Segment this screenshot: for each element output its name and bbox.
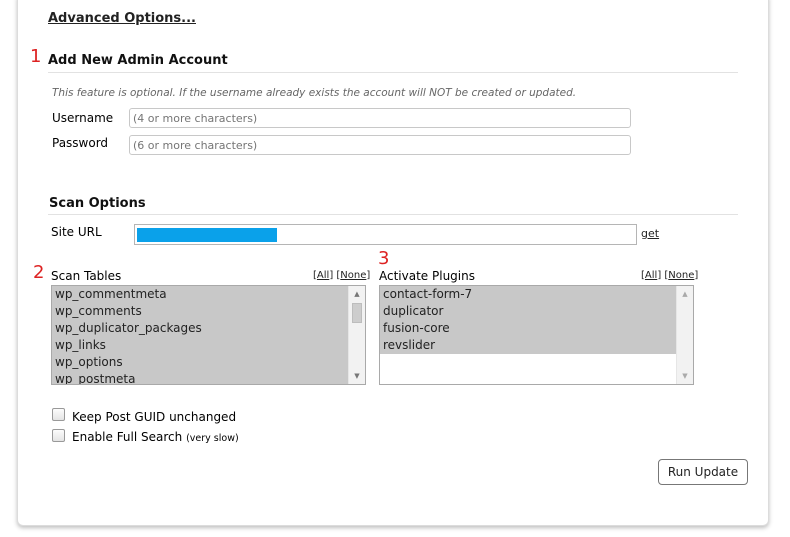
scroll-down-icon[interactable]: ▼ xyxy=(677,369,693,383)
scan-section-divider xyxy=(48,214,738,215)
activate-plugins-list: contact-form-7 duplicator fusion-core re… xyxy=(380,286,676,384)
scroll-thumb[interactable] xyxy=(352,303,362,323)
run-update-button[interactable]: Run Update xyxy=(658,459,748,485)
list-item[interactable]: wp_duplicator_packages xyxy=(52,320,348,337)
full-search-label: Enable Full Search (very slow) xyxy=(72,430,239,444)
full-search-checkbox[interactable] xyxy=(52,429,65,442)
username-label: Username xyxy=(52,111,114,125)
list-item[interactable]: revslider xyxy=(380,337,676,354)
scroll-down-icon[interactable]: ▼ xyxy=(349,369,365,383)
username-input[interactable] xyxy=(129,108,631,128)
full-search-label-text: Enable Full Search xyxy=(72,430,183,444)
site-url-label: Site URL xyxy=(51,225,102,239)
admin-optional-note: This feature is optional. If the usernam… xyxy=(52,87,577,99)
step-number-1: 1 xyxy=(30,46,42,67)
scan-tables-scrollbar[interactable]: ▲ ▼ xyxy=(348,286,365,384)
scan-tables-select-links: [All] [None] xyxy=(313,270,371,281)
options-panel xyxy=(17,0,769,526)
full-search-note: (very slow) xyxy=(186,433,239,444)
list-item[interactable]: wp_comments xyxy=(52,303,348,320)
list-item[interactable]: wp_commentmeta xyxy=(52,286,348,303)
scan-tables-label: Scan Tables xyxy=(51,269,122,283)
keep-guid-label: Keep Post GUID unchanged xyxy=(72,410,237,424)
scroll-up-icon[interactable]: ▲ xyxy=(677,287,693,301)
plugins-scrollbar[interactable]: ▲ ▼ xyxy=(676,286,693,384)
activate-plugins-listbox[interactable]: contact-form-7 duplicator fusion-core re… xyxy=(379,285,694,385)
list-item[interactable]: wp_postmeta xyxy=(52,371,348,384)
list-item[interactable]: fusion-core xyxy=(380,320,676,337)
scan-options-title: Scan Options xyxy=(49,196,146,211)
site-url-redaction xyxy=(137,228,277,242)
get-url-link[interactable]: get xyxy=(641,227,659,240)
scan-tables-all-link[interactable]: All xyxy=(317,270,329,281)
plugins-none-link[interactable]: None xyxy=(668,270,694,281)
scroll-up-icon[interactable]: ▲ xyxy=(349,287,365,301)
site-url-input[interactable] xyxy=(134,224,637,245)
plugins-all-link[interactable]: All xyxy=(645,270,657,281)
list-item[interactable]: wp_options xyxy=(52,354,348,371)
step-number-3: 3 xyxy=(378,248,390,269)
activate-plugins-label: Activate Plugins xyxy=(379,269,475,283)
password-input[interactable] xyxy=(129,135,631,155)
plugins-select-links: [All] [None] xyxy=(641,270,699,281)
scan-tables-none-link[interactable]: None xyxy=(340,270,366,281)
list-item[interactable]: wp_links xyxy=(52,337,348,354)
step-number-2: 2 xyxy=(33,262,45,283)
keep-guid-checkbox[interactable] xyxy=(52,408,65,421)
list-item[interactable]: duplicator xyxy=(380,303,676,320)
scan-tables-list: wp_commentmeta wp_comments wp_duplicator… xyxy=(52,286,348,384)
advanced-options-link[interactable]: Advanced Options... xyxy=(48,11,196,26)
admin-account-title: Add New Admin Account xyxy=(48,53,228,68)
admin-section-divider xyxy=(48,72,738,73)
list-item[interactable]: contact-form-7 xyxy=(380,286,676,303)
password-label: Password xyxy=(52,136,109,150)
scan-tables-listbox[interactable]: wp_commentmeta wp_comments wp_duplicator… xyxy=(51,285,366,385)
